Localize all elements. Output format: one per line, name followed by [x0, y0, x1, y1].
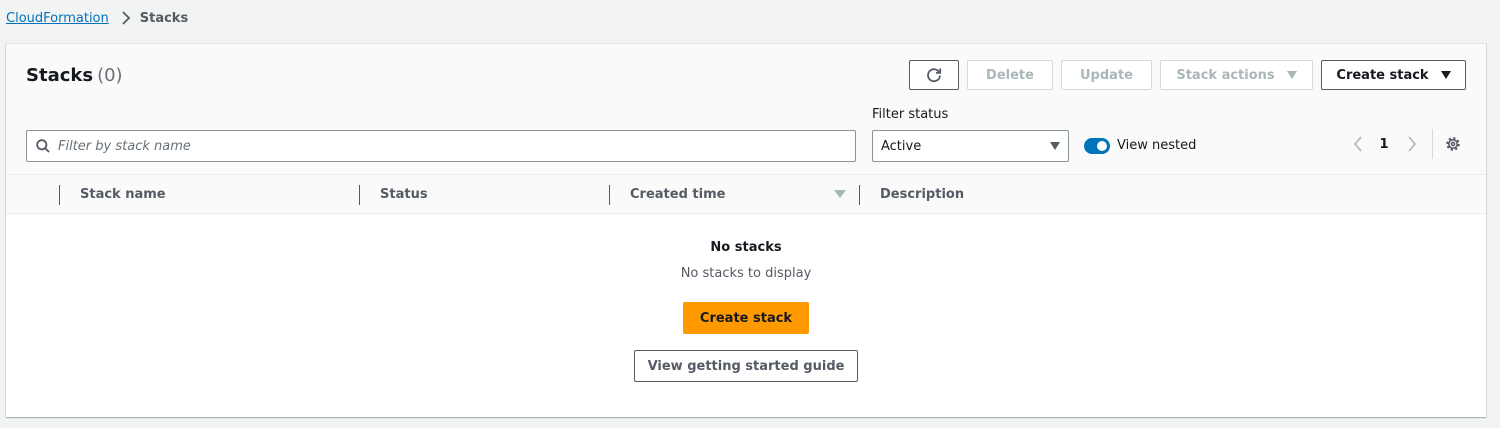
view-nested-toggle[interactable]	[1084, 138, 1110, 154]
column-header-status[interactable]: Status	[380, 175, 428, 213]
chevron-right-icon	[1407, 136, 1417, 152]
empty-state-description: No stacks to display	[680, 266, 812, 281]
caret-down-icon	[1440, 71, 1451, 79]
previous-page-button[interactable]	[1346, 132, 1370, 156]
caret-down-icon	[1286, 71, 1297, 79]
refresh-icon	[925, 66, 943, 84]
stack-actions-label: Stack actions	[1176, 67, 1275, 83]
create-stack-dropdown-label: Create stack	[1336, 67, 1429, 83]
preferences-button[interactable]	[1442, 132, 1464, 156]
column-header-created-time[interactable]: Created time	[630, 175, 725, 213]
refresh-button[interactable]	[909, 60, 959, 90]
filter-status-label: Filter status	[872, 107, 949, 122]
getting-started-guide-button[interactable]: View getting started guide	[634, 350, 858, 382]
pagination-divider	[1432, 129, 1433, 159]
column-header-description[interactable]: Description	[880, 175, 964, 213]
column-divider	[609, 185, 610, 205]
breadcrumb-current: Stacks	[139, 10, 189, 26]
create-stack-dropdown-button[interactable]: Create stack	[1321, 60, 1466, 90]
table-header: Stack name Status Created time Descripti…	[6, 174, 1486, 214]
stack-count: (0)	[97, 65, 123, 86]
stacks-panel: Stacks (0) Delete Update Stack actions Cr…	[6, 44, 1486, 417]
search-icon	[36, 139, 50, 153]
page-number: 1	[1379, 136, 1389, 152]
filter-status-value: Active	[881, 138, 922, 154]
chevron-left-icon	[1353, 136, 1363, 152]
create-stack-button[interactable]: Create stack	[683, 302, 809, 334]
column-divider	[359, 185, 360, 205]
column-divider	[859, 185, 860, 205]
next-page-button[interactable]	[1400, 132, 1424, 156]
chevron-right-icon	[121, 11, 131, 25]
update-button[interactable]: Update	[1061, 60, 1152, 90]
caret-down-icon	[1050, 142, 1060, 150]
toggle-knob	[1097, 141, 1107, 151]
column-header-stack-name[interactable]: Stack name	[80, 175, 166, 213]
sort-descending-icon[interactable]	[834, 175, 846, 213]
stack-actions-button[interactable]: Stack actions	[1160, 60, 1313, 90]
gear-icon	[1445, 136, 1461, 152]
filter-status-select[interactable]: Active	[872, 130, 1069, 162]
page-title-text: Stacks	[26, 65, 94, 86]
stack-name-filter[interactable]	[26, 130, 856, 162]
empty-state-title: No stacks	[710, 240, 782, 255]
page-title: Stacks (0)	[26, 64, 123, 88]
view-nested-label: View nested	[1117, 138, 1197, 153]
page-number-button[interactable]: 1	[1374, 132, 1394, 156]
column-divider	[59, 185, 60, 205]
delete-button[interactable]: Delete	[967, 60, 1053, 90]
search-input[interactable]	[58, 132, 855, 160]
breadcrumb-cloudformation-link[interactable]: CloudFormation	[6, 11, 109, 26]
breadcrumb: CloudFormation Stacks	[6, 8, 188, 28]
